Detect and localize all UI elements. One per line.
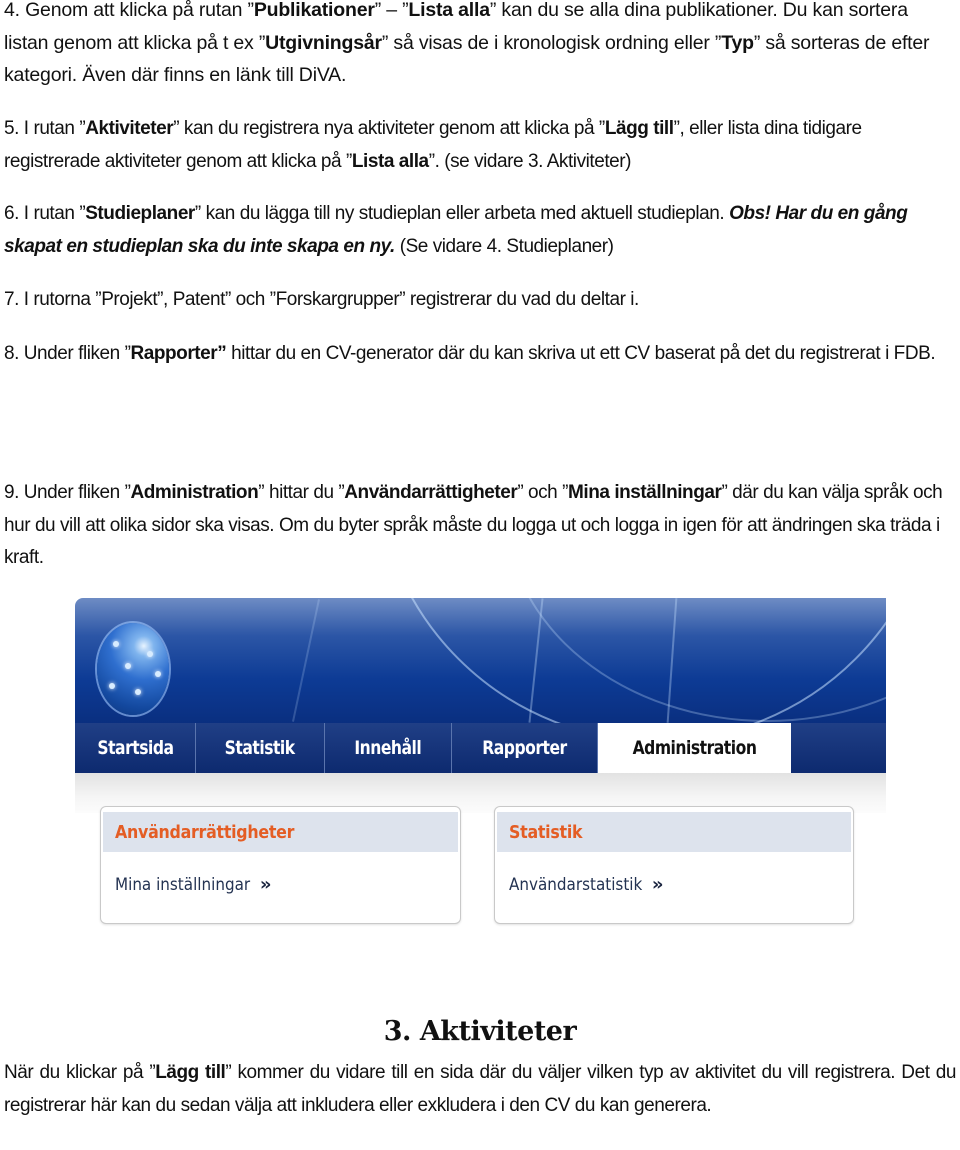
globe-node <box>109 683 115 689</box>
globe-node <box>147 651 153 657</box>
globe-logo-icon[interactable] <box>97 623 169 715</box>
link-anvandarstatistik[interactable]: Användarstatistik » <box>495 874 853 895</box>
term-lagg-till: Lägg till <box>155 1062 226 1083</box>
paragraph-5: 5. I rutan ”Aktiviteter” kan du registre… <box>4 118 862 172</box>
double-chevron-right-icon: » <box>651 874 664 895</box>
term-administration: Administration <box>130 482 259 503</box>
tab-administration[interactable]: Administration <box>598 723 791 773</box>
card-anvandarrattigheter: Användarrättigheter Mina inställningar » <box>100 806 461 924</box>
link-mina-installningar[interactable]: Mina inställningar » <box>101 874 460 895</box>
term-typ: Typ <box>721 31 754 54</box>
paragraph-4: 4. Genom att klicka på rutan ”Publikatio… <box>4 0 930 86</box>
card-statistik: Statistik Användarstatistik » <box>494 806 854 924</box>
card-title: Statistik <box>497 812 851 852</box>
paragraph-9: 9. Under fliken ”Administration” hittar … <box>4 482 943 568</box>
term-lagg-till: Lägg till <box>604 118 674 139</box>
tab-statistik[interactable]: Statistik <box>196 723 325 773</box>
globe-node <box>135 689 141 695</box>
main-nav: Startsida Statistik Innehåll Rapporter A… <box>75 723 886 773</box>
section-heading: 3. Aktiviteter <box>383 1016 577 1047</box>
term-studieplaner: Studieplaner <box>85 203 195 224</box>
globe-node <box>113 641 119 647</box>
section-3-paragraph: När du klickar på ”Lägg till” kommer du … <box>4 1062 956 1116</box>
paragraph-7: 7. I rutorna ”Projekt”, Patent” och ”For… <box>4 289 639 310</box>
globe-node <box>125 663 131 669</box>
tab-rapporter[interactable]: Rapporter <box>452 723 598 773</box>
paragraph-8: 8. Under fliken ”Rapporter” hittar du en… <box>4 343 936 364</box>
term-rapporter: Rapporter” <box>130 343 227 364</box>
decorative-ray <box>292 599 320 722</box>
term-anvandarrattigheter: Användarrättigheter <box>344 482 518 503</box>
term-utgivningsar: Utgivningsår <box>265 31 382 54</box>
tab-innehall[interactable]: Innehåll <box>325 723 452 773</box>
header-banner <box>75 598 886 723</box>
tab-startsida[interactable]: Startsida <box>75 723 196 773</box>
term-aktiviteter: Aktiviteter <box>85 118 174 139</box>
term-mina-installningar: Mina inställningar <box>568 482 722 503</box>
paragraph-6: 6. I rutan ”Studieplaner” kan du lägga t… <box>4 203 908 257</box>
globe-node <box>155 671 161 677</box>
double-chevron-right-icon: » <box>259 874 272 895</box>
term-publikationer: Publikationer <box>253 0 375 21</box>
term-lista-alla: Lista alla <box>408 0 490 21</box>
card-title: Användarrättigheter <box>103 812 458 852</box>
admin-screenshot: Startsida Statistik Innehåll Rapporter A… <box>75 598 886 924</box>
term-lista-alla: Lista alla <box>351 150 429 172</box>
